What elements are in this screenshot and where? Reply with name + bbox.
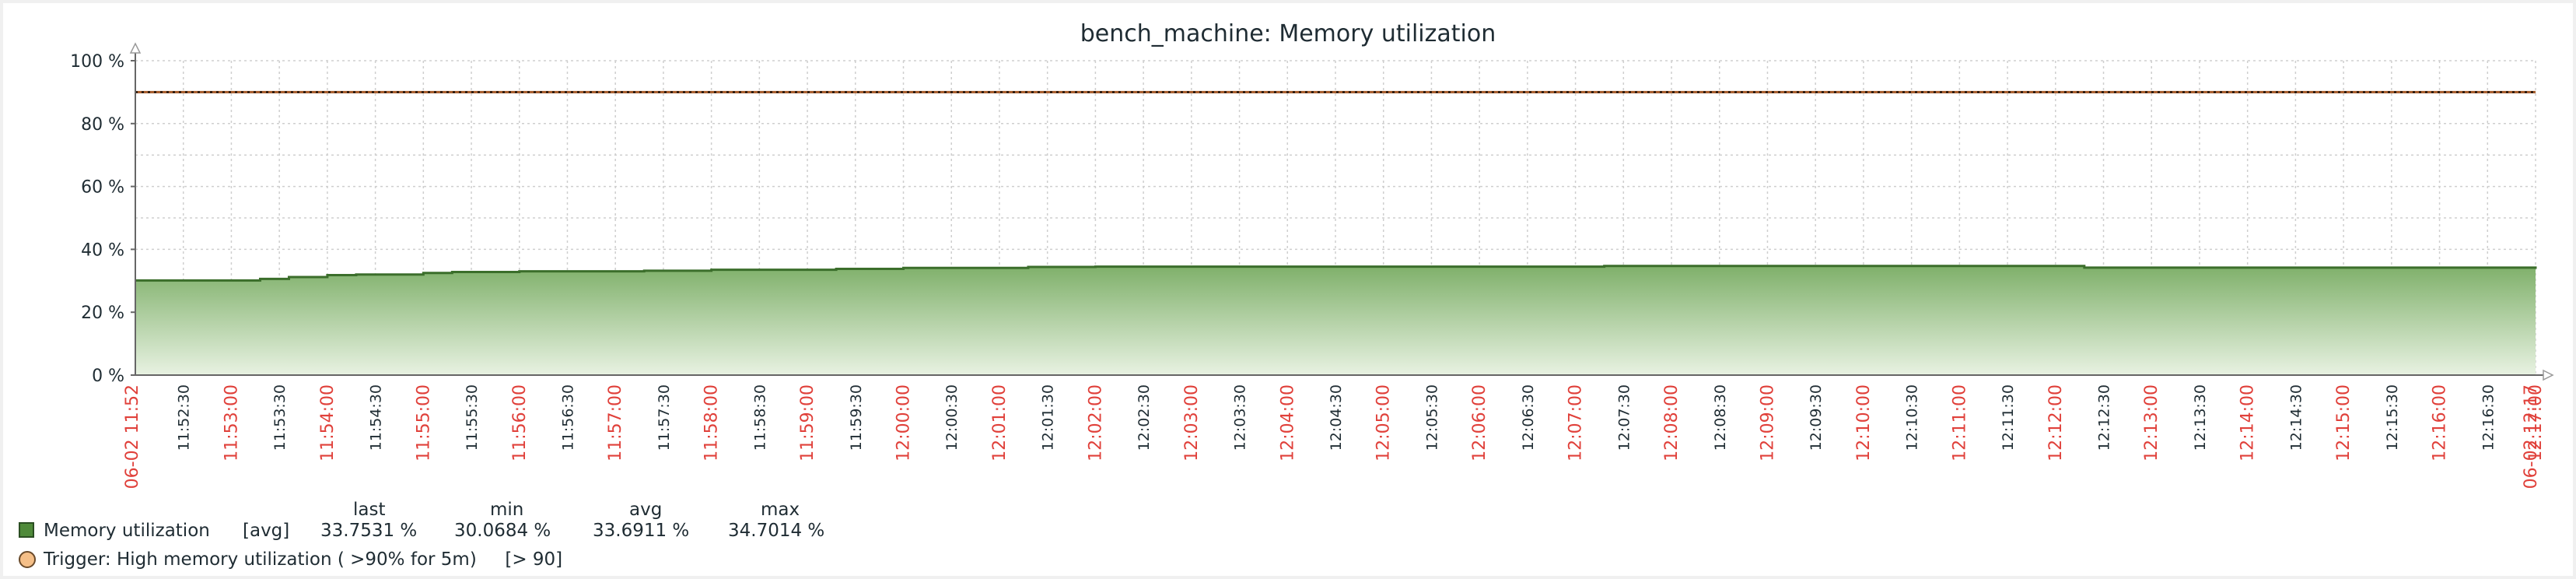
area-layer: [135, 90, 2537, 375]
x-tick-label: 12:05:00: [1374, 384, 1394, 461]
x-tick-label: 12:16:30: [2480, 384, 2497, 451]
legend-series-last: 33.7531 %: [320, 521, 418, 541]
x-tick-label: 11:55:00: [414, 384, 433, 461]
x-tick-label: 12:14:00: [2238, 384, 2258, 461]
x-tick-label: 12:04:00: [1278, 384, 1297, 461]
x-tick-label: 12:04:30: [1328, 384, 1345, 451]
x-tick-label: 12:02:30: [1136, 384, 1153, 451]
x-tick-label: 12:01:30: [1040, 384, 1057, 451]
legend-header-avg: avg: [629, 500, 663, 520]
x-tick-label: 12:15:30: [2384, 384, 2401, 451]
x-tick-label: 12:12:00: [2046, 384, 2066, 461]
y-tick-label: 20 %: [81, 304, 124, 323]
x-tick-label: 12:14:30: [2287, 384, 2305, 451]
x-tick-label: 12:01:00: [990, 384, 1010, 461]
x-tick-label: 12:10:30: [1904, 384, 1921, 451]
x-tick-label: 12:07:00: [1566, 384, 1586, 461]
legend-header-min: min: [490, 500, 524, 520]
x-tick-label: 11:57:00: [606, 384, 625, 461]
y-tick-label: 100 %: [70, 52, 124, 72]
x-tick-label: 12:03:00: [1182, 384, 1202, 461]
x-tick-label: 12:02:00: [1086, 384, 1105, 461]
x-axis-arrow: [2543, 369, 2554, 381]
x-tick-label: 12:15:00: [2334, 384, 2354, 461]
x-tick-label: 12:03:30: [1232, 384, 1249, 451]
x-tick-label: 12:05:30: [1423, 384, 1440, 451]
y-tick-label: 60 %: [81, 178, 124, 198]
x-tick-label: 12:08:30: [1712, 384, 1729, 451]
legend-series-swatch: [19, 522, 34, 538]
y-tick-label: 40 %: [81, 240, 124, 260]
x-tick-label: 11:56:30: [559, 384, 576, 451]
legend-series-max: 34.7014 %: [728, 521, 825, 541]
x-tick-label: 11:52:30: [176, 384, 193, 451]
chart-title: bench_machine: Memory utilization: [1080, 20, 1496, 47]
x-tick-label: 12:09:30: [1808, 384, 1825, 451]
x-tick-label: 12:13:30: [2192, 384, 2209, 451]
x-tick-label: 11:59:00: [798, 384, 817, 461]
x-tick-label: 12:11:30: [2000, 384, 2017, 451]
legend-series-min: 30.0684 %: [454, 521, 551, 541]
x-tick-label: 12:16:00: [2431, 384, 2450, 461]
x-tick-label: 12:08:00: [1662, 384, 1682, 461]
y-tick-label: 0 %: [92, 367, 124, 386]
legend-header-last: last: [353, 500, 386, 520]
x-tick-label: 12:00:30: [943, 384, 961, 451]
legend-series-avg: 33.6911 %: [593, 521, 690, 541]
x-tick-label: 11:58:30: [751, 384, 768, 451]
x-tick-label: 12:13:00: [2142, 384, 2161, 461]
legend-series-func: [avg]: [243, 521, 290, 541]
y-tick-labels: 100 % 80 % 60 % 40 % 20 % 0 %: [70, 52, 135, 386]
x-tick-label: 11:54:30: [368, 384, 385, 451]
x-tick-label: 12:09:00: [1758, 384, 1777, 461]
x-tick-label: 11:55:30: [464, 384, 481, 451]
x-tick-label: 11:57:30: [656, 384, 673, 451]
legend-series-name: Memory utilization: [44, 521, 210, 541]
x-tick-label: 11:54:00: [318, 384, 338, 461]
chart-frame: 100 % 80 % 60 % 40 % 20 % 0 % 06-02 11:52 11:5…: [3, 3, 2573, 576]
x-start-label: 06-02 11:52: [123, 384, 142, 489]
x-tick-label: 11:59:30: [848, 384, 865, 451]
x-tick-label: 12:06:00: [1470, 384, 1489, 461]
chart-canvas: 100 % 80 % 60 % 40 % 20 % 0 % 06-02 11:52 11:5…: [70, 42, 2554, 489]
x-tick-labels: 06-02 11:52 11:52:30 11:53:00 11:53:30 11:54…: [123, 384, 2546, 489]
x-tick-label: 12:06:30: [1520, 384, 1537, 451]
x-end-label: 06-02 12:17: [2522, 384, 2541, 489]
y-tick-label: 80 %: [81, 115, 124, 135]
memory-area-fill: [135, 265, 2536, 375]
x-tick-label: 12:11:00: [1950, 384, 1969, 461]
x-tick-label: 11:58:00: [702, 384, 722, 461]
x-tick-label: 11:53:00: [222, 384, 241, 461]
legend-trigger-text: Trigger: High memory utilization ( >90% …: [44, 549, 563, 570]
legend-trigger-icon: [19, 551, 36, 568]
x-tick-label: 11:56:00: [510, 384, 530, 461]
x-tick-label: 12:00:00: [894, 384, 914, 461]
x-tick-label: 11:53:30: [271, 384, 289, 451]
legend-header-max: max: [761, 500, 800, 520]
x-tick-label: 12:12:30: [2096, 384, 2113, 451]
x-tick-label: 12:07:30: [1615, 384, 1633, 451]
x-tick-label: 12:10:00: [1854, 384, 1874, 461]
